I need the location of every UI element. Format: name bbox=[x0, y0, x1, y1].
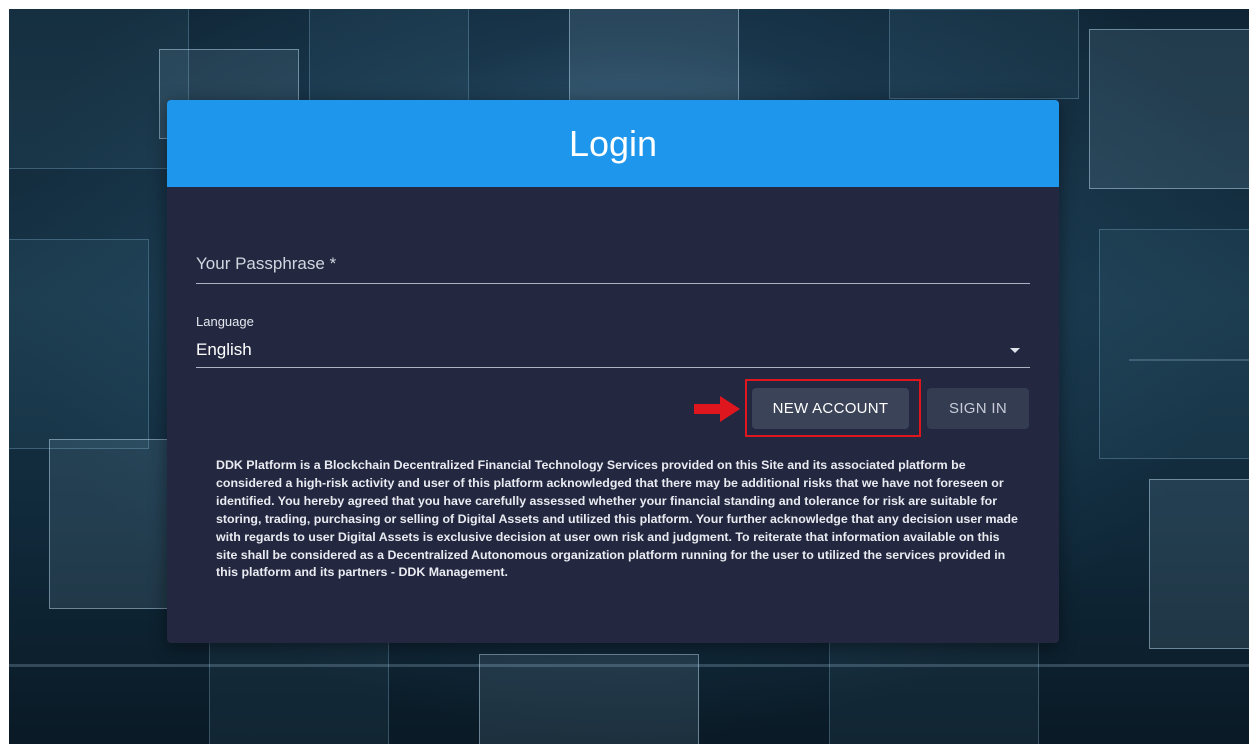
language-select[interactable]: English bbox=[196, 332, 1030, 368]
login-header: Login bbox=[167, 100, 1059, 187]
background-cube bbox=[569, 9, 739, 109]
background-cube bbox=[49, 439, 169, 609]
new-account-highlight-box bbox=[745, 379, 921, 437]
background-cube bbox=[1149, 479, 1249, 649]
background-cube bbox=[1099, 229, 1249, 459]
background-cube bbox=[829, 639, 1039, 744]
arrow-right-icon bbox=[694, 396, 740, 422]
page-title: Login bbox=[568, 122, 658, 164]
background-cube bbox=[9, 239, 149, 449]
background-cube bbox=[309, 9, 469, 109]
language-value: English bbox=[196, 340, 252, 359]
sign-in-button[interactable]: SIGN IN bbox=[927, 388, 1029, 429]
passphrase-label: Your Passphrase * bbox=[196, 254, 337, 273]
passphrase-input[interactable]: Your Passphrase * bbox=[196, 248, 1030, 284]
chevron-down-icon[interactable] bbox=[1010, 348, 1020, 353]
login-card: Login Your Passphrase * Language English… bbox=[167, 100, 1059, 643]
background-cube bbox=[889, 9, 1079, 99]
background-cube bbox=[1089, 29, 1249, 189]
background-light-beam bbox=[9, 664, 1249, 667]
background-cube bbox=[479, 654, 699, 744]
language-label: Language bbox=[196, 314, 254, 329]
background-light-beam bbox=[1129, 359, 1249, 361]
disclaimer-text: DDK Platform is a Blockchain Decentraliz… bbox=[216, 458, 1018, 580]
background-cube bbox=[209, 639, 389, 744]
